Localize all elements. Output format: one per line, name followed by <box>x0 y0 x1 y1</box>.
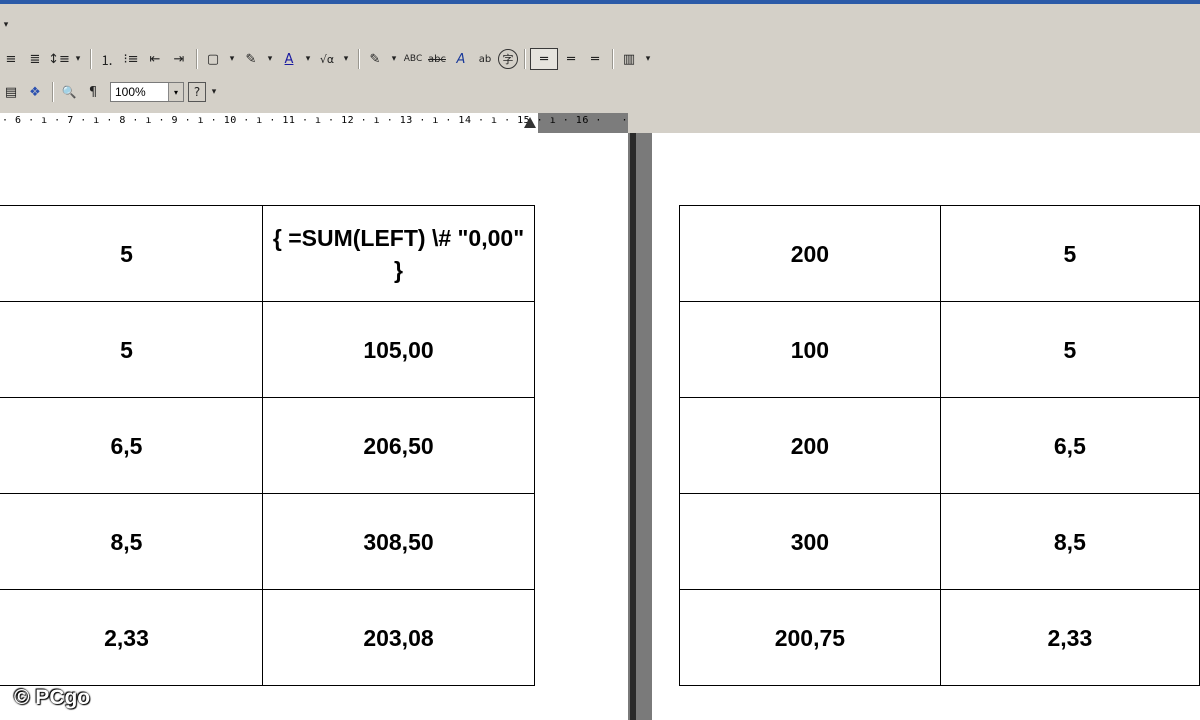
table-cell[interactable]: 6,5 <box>939 397 1200 494</box>
insert-drawing-icon[interactable]: ❖ <box>24 81 46 103</box>
font-color-icon[interactable]: A <box>278 48 300 70</box>
horizontal-ruler[interactable]: · 6 · ı · 7 · ı · 8 · ı · 9 · ı · 10 · ı… <box>0 113 719 134</box>
bullets-icon[interactable]: ⁝≡ <box>120 48 142 70</box>
table-cell[interactable]: 5 <box>939 205 1200 302</box>
table-cell[interactable]: 2,33 <box>939 589 1200 686</box>
font-color-dropdown[interactable]: ▾ <box>302 48 314 70</box>
help-icon[interactable]: ? <box>188 82 206 102</box>
numbering-icon[interactable]: ⒈ <box>96 48 118 70</box>
standard-toolbar: ▤ ❖ 🔍 ¶ 100% ▾ ? ▾ <box>0 77 222 107</box>
table-cell[interactable]: 100 <box>679 301 941 398</box>
toolbar-separator <box>612 49 614 69</box>
toolbar-row-top: ▾ <box>0 10 14 40</box>
highlight-icon[interactable]: ✎ <box>240 48 262 70</box>
increase-indent-icon[interactable]: ⇥ <box>168 48 190 70</box>
table-cell[interactable]: 8,5 <box>939 493 1200 590</box>
print-preview-icon[interactable]: 🔍 <box>58 81 80 103</box>
table-row: 200 6,5 <box>679 397 1200 494</box>
pen-icon[interactable]: ✎ <box>364 48 386 70</box>
table-row: 5 105,00 <box>0 301 535 398</box>
strikethrough-icon[interactable]: abc <box>426 48 448 70</box>
enclose-char-icon[interactable]: 字 <box>498 49 518 69</box>
watermark: © PCgo <box>14 686 91 709</box>
table-cell[interactable]: 206,50 <box>262 397 535 494</box>
split-divider[interactable] <box>628 133 652 720</box>
table-cell[interactable]: 5 <box>0 301 263 398</box>
table-row: 8,5 308,50 <box>0 493 535 590</box>
formatting-toolbar: ≡ ≣ ↕≡ ▾ ⒈ ⁝≡ ⇤ ⇥ ▢ ▾ ✎ ▾ A ▾ √α ▾ ✎ ▾ A… <box>0 44 656 74</box>
document-page-left[interactable]: 5 { =SUM(LEFT) \# "0,00" } 5 105,00 6,5 … <box>0 133 628 720</box>
table-cell[interactable]: 6,5 <box>0 397 263 494</box>
line-style-1-icon[interactable]: ═ <box>530 48 558 70</box>
align-right-icon[interactable]: ≡ <box>0 48 22 70</box>
table-cell[interactable]: 105,00 <box>262 301 535 398</box>
equation-icon[interactable]: √α <box>316 48 338 70</box>
table-cell[interactable]: 308,50 <box>262 493 535 590</box>
table-cell[interactable]: 5 <box>939 301 1200 398</box>
pen-dropdown[interactable]: ▾ <box>388 48 400 70</box>
table-cell[interactable]: 200,75 <box>679 589 941 686</box>
document-map-icon[interactable]: ▤ <box>0 81 22 103</box>
table-cell[interactable]: 2,33 <box>0 589 263 686</box>
toolbar-separator <box>358 49 360 69</box>
table-row: 100 5 <box>679 301 1200 398</box>
toolbar-separator <box>90 49 92 69</box>
toolbar-separator <box>196 49 198 69</box>
table-cell[interactable]: 200 <box>679 397 941 494</box>
table-cell-field-code[interactable]: { =SUM(LEFT) \# "0,00" } <box>262 205 535 302</box>
phonetic-icon[interactable]: ab <box>474 48 496 70</box>
columns-dropdown[interactable]: ▾ <box>642 48 654 70</box>
split-divider-line <box>630 133 636 720</box>
table-row: 200 5 <box>679 205 1200 302</box>
ruler-markings: · 6 · ı · 7 · ı · 8 · ı · 9 · ı · 10 · ı… <box>2 115 720 126</box>
right-indent-marker[interactable] <box>524 117 536 128</box>
document-page-right[interactable]: 200 5 100 5 200 6,5 300 8,5 200,75 2,33 <box>652 133 1200 720</box>
table-row: 6,5 206,50 <box>0 397 535 494</box>
show-formatting-icon[interactable]: ¶ <box>82 81 104 103</box>
zoom-value: 100% <box>115 85 146 99</box>
highlight-dropdown[interactable]: ▾ <box>264 48 276 70</box>
toolbar-area: ▾ ≡ ≣ ↕≡ ▾ ⒈ ⁝≡ ⇤ ⇥ ▢ ▾ ✎ ▾ A ▾ √α ▾ ✎ ▾… <box>0 4 1200 107</box>
line-spacing-dropdown[interactable]: ▾ <box>72 48 84 70</box>
line-style-3-icon[interactable]: ═ <box>584 48 606 70</box>
line-spacing-icon[interactable]: ↕≡ <box>48 48 70 70</box>
justify-icon[interactable]: ≣ <box>24 48 46 70</box>
toolbar-options-dropdown[interactable]: ▾ <box>0 14 12 36</box>
left-table: 5 { =SUM(LEFT) \# "0,00" } 5 105,00 6,5 … <box>0 205 535 686</box>
toolbar-separator <box>524 49 526 69</box>
borders-dropdown[interactable]: ▾ <box>226 48 238 70</box>
help-dropdown[interactable]: ▾ <box>208 81 220 103</box>
equation-dropdown[interactable]: ▾ <box>340 48 352 70</box>
decrease-indent-icon[interactable]: ⇤ <box>144 48 166 70</box>
table-cell[interactable]: 200 <box>679 205 941 302</box>
table-cell[interactable]: 5 <box>0 205 263 302</box>
spelling-icon[interactable]: ABC <box>402 48 424 70</box>
change-case-icon[interactable]: A <box>450 48 472 70</box>
ruler-background-right <box>628 107 1200 133</box>
chevron-down-icon[interactable]: ▾ <box>168 83 183 101</box>
table-row: 5 { =SUM(LEFT) \# "0,00" } <box>0 205 535 302</box>
line-style-2-icon[interactable]: ═ <box>560 48 582 70</box>
zoom-select[interactable]: 100% ▾ <box>110 82 184 102</box>
columns-icon[interactable]: ▥ <box>618 48 640 70</box>
table-row: 300 8,5 <box>679 493 1200 590</box>
table-row: 200,75 2,33 <box>679 589 1200 686</box>
table-cell[interactable]: 203,08 <box>262 589 535 686</box>
borders-icon[interactable]: ▢ <box>202 48 224 70</box>
right-table: 200 5 100 5 200 6,5 300 8,5 200,75 2,33 <box>679 205 1200 686</box>
table-cell[interactable]: 8,5 <box>0 493 263 590</box>
table-row: 2,33 203,08 <box>0 589 535 686</box>
toolbar-separator <box>52 82 54 102</box>
table-cell[interactable]: 300 <box>679 493 941 590</box>
